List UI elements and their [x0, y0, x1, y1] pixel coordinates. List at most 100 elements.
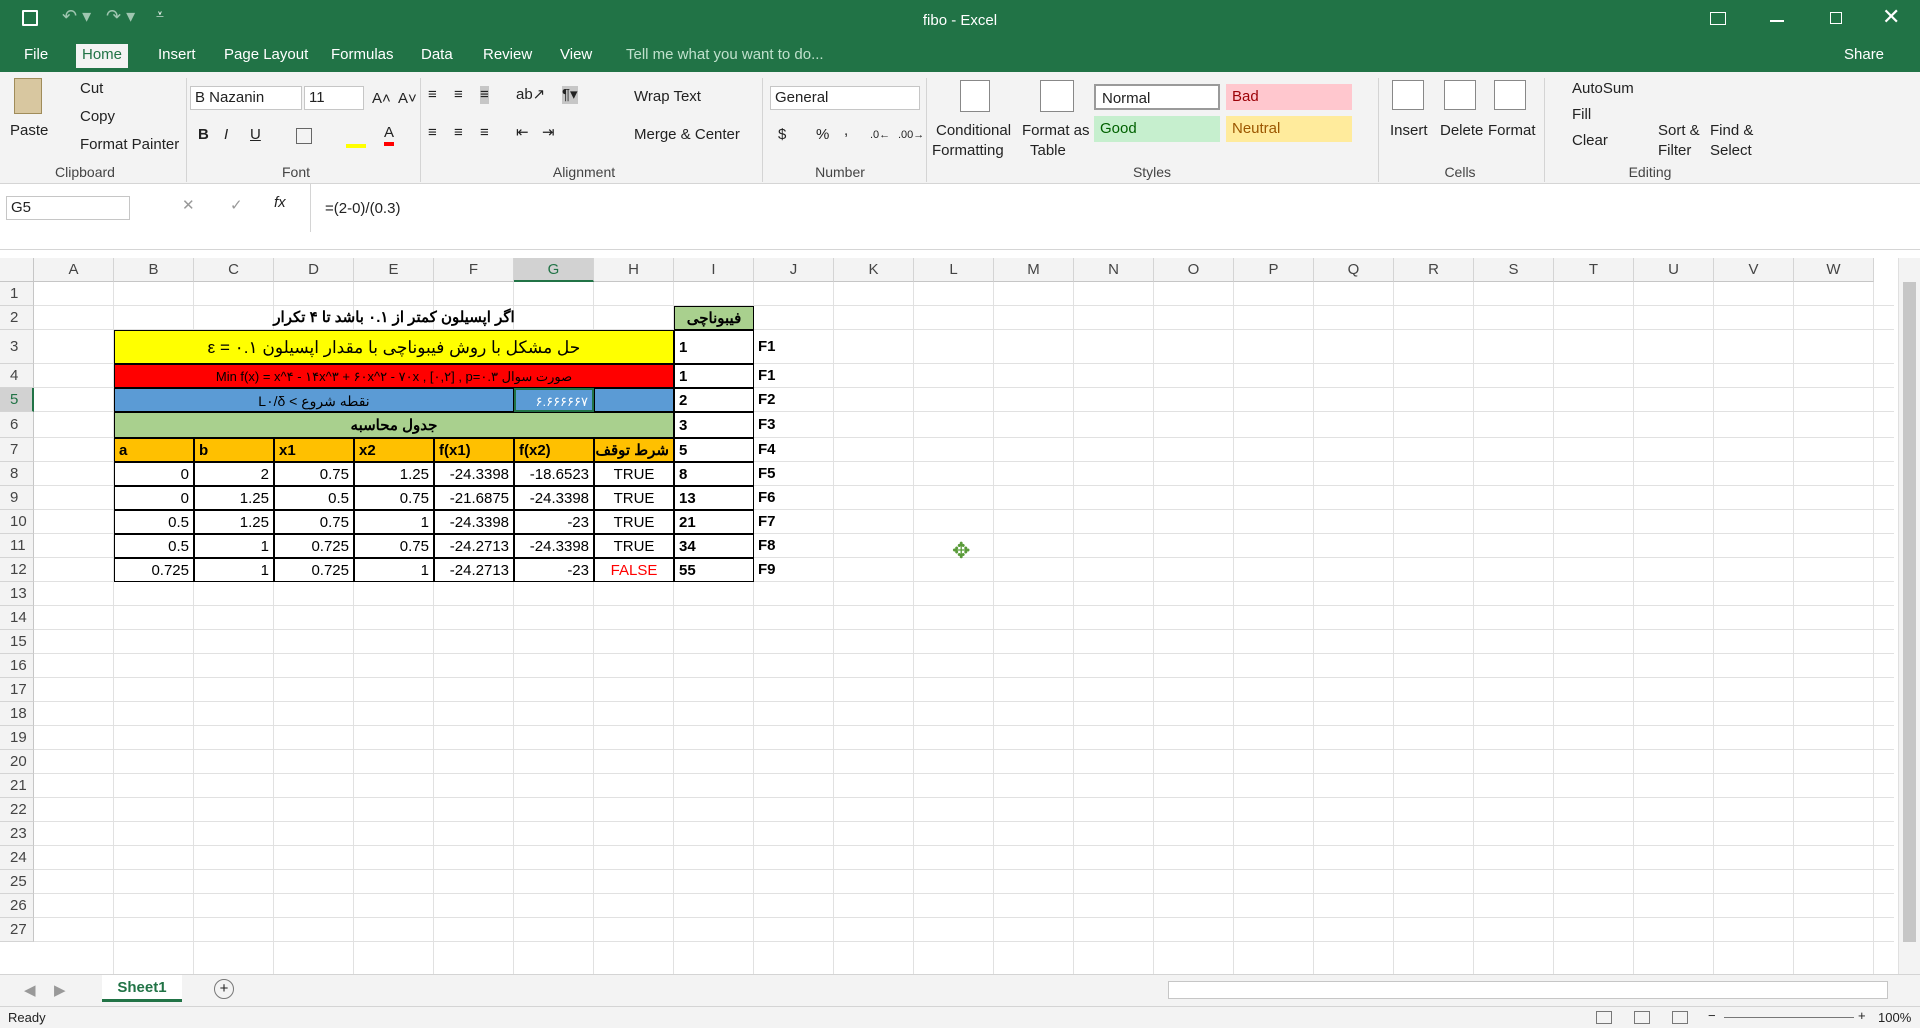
align-middle-icon[interactable]: ≡: [454, 86, 463, 104]
row-header-22[interactable]: 22: [0, 798, 34, 822]
delete-button[interactable]: Delete: [1440, 122, 1483, 140]
number-format-select[interactable]: General: [770, 86, 920, 110]
column-header-k[interactable]: K: [834, 258, 914, 282]
row-header-10[interactable]: 10: [0, 510, 34, 534]
select-all-corner[interactable]: [0, 258, 34, 282]
column-header-v[interactable]: V: [1714, 258, 1794, 282]
row-header-1[interactable]: 1: [0, 282, 34, 306]
fib-value-cell[interactable]: 2: [674, 388, 754, 412]
align-bottom-icon[interactable]: ≡: [480, 86, 489, 104]
fill-color-icon[interactable]: [346, 144, 366, 148]
row-header-15[interactable]: 15: [0, 630, 34, 654]
row-header-12[interactable]: 12: [0, 558, 34, 582]
table-cell[interactable]: -24.3398: [434, 510, 514, 534]
tab-data[interactable]: Data: [415, 44, 459, 68]
page-break-view-icon[interactable]: [1672, 1011, 1688, 1024]
clipboard-paste-icon[interactable]: [14, 78, 42, 114]
underline-button[interactable]: U: [250, 126, 261, 144]
column-header-m[interactable]: M: [994, 258, 1074, 282]
table-cell[interactable]: TRUE: [594, 534, 674, 558]
restore-icon[interactable]: [1830, 12, 1842, 24]
column-header-t[interactable]: T: [1554, 258, 1634, 282]
horizontal-scrollbar[interactable]: [1168, 981, 1888, 999]
fib-value-cell[interactable]: 1: [674, 364, 754, 388]
table-cell[interactable]: TRUE: [594, 510, 674, 534]
sheet-tab-sheet1[interactable]: Sheet1: [102, 975, 182, 1002]
table-cell[interactable]: -21.6875: [434, 486, 514, 510]
zoom-slider[interactable]: [1724, 1017, 1854, 1018]
table-cell[interactable]: -18.6523: [514, 462, 594, 486]
tab-home[interactable]: Home: [76, 44, 129, 68]
tell-me-search[interactable]: Tell me what you want to do...: [620, 44, 830, 68]
column-header-j[interactable]: J: [754, 258, 834, 282]
decrease-decimal-icon[interactable]: .00→: [898, 126, 924, 144]
column-header-u[interactable]: U: [1634, 258, 1714, 282]
rtl-icon[interactable]: ¶▾: [562, 86, 578, 104]
format-as-table-button[interactable]: Format as: [1022, 122, 1090, 140]
tab-formulas[interactable]: Formulas: [325, 44, 400, 68]
sort-filter-label2[interactable]: Filter: [1658, 142, 1691, 160]
tab-review[interactable]: Review: [477, 44, 538, 68]
zoom-out-icon[interactable]: −: [1708, 1008, 1716, 1023]
column-header-w[interactable]: W: [1794, 258, 1874, 282]
orientation-icon[interactable]: ab↗: [516, 86, 545, 104]
cancel-formula-icon[interactable]: ✕: [182, 196, 195, 214]
prev-sheet-icon[interactable]: ◀: [24, 981, 36, 999]
increase-indent-icon[interactable]: ⇥: [542, 124, 555, 142]
table-cell[interactable]: 0.75: [354, 534, 434, 558]
format-table-icon[interactable]: [1040, 80, 1074, 112]
wrap-text-button[interactable]: Wrap Text: [634, 88, 701, 106]
delete-cells-icon[interactable]: [1444, 80, 1476, 110]
row-header-23[interactable]: 23: [0, 822, 34, 846]
insert-cells-icon[interactable]: [1392, 80, 1424, 110]
column-header-p[interactable]: P: [1234, 258, 1314, 282]
close-icon[interactable]: ✕: [1882, 4, 1900, 30]
tab-view[interactable]: View: [554, 44, 598, 68]
fibonacci-header-cell[interactable]: فیبوناچی: [674, 306, 754, 330]
table-cell[interactable]: 1: [354, 510, 434, 534]
comma-button[interactable]: ,: [844, 122, 848, 140]
conditional-formatting-label2[interactable]: Formatting: [932, 142, 1004, 160]
row-header-2[interactable]: 2: [0, 306, 34, 330]
table-cell[interactable]: 0.5: [114, 510, 194, 534]
row-header-14[interactable]: 14: [0, 606, 34, 630]
decrease-indent-icon[interactable]: ⇤: [516, 124, 529, 142]
fib-label-cell[interactable]: F4: [754, 438, 834, 462]
fib-label-cell[interactable]: F2: [754, 388, 834, 412]
row-header-21[interactable]: 21: [0, 774, 34, 798]
row-header-20[interactable]: 20: [0, 750, 34, 774]
column-header-a[interactable]: A: [34, 258, 114, 282]
table-header-cell[interactable]: a: [114, 438, 194, 462]
column-header-b[interactable]: B: [114, 258, 194, 282]
calc-table-title-cell[interactable]: جدول محاسبه: [114, 412, 674, 438]
table-cell[interactable]: -23: [514, 558, 594, 582]
tab-file[interactable]: File: [18, 44, 54, 68]
fib-value-cell[interactable]: 13: [674, 486, 754, 510]
sort-filter-button[interactable]: Sort &: [1658, 122, 1700, 140]
row-header-16[interactable]: 16: [0, 654, 34, 678]
table-header-cell[interactable]: شرط توقف: [594, 438, 674, 462]
row-header-24[interactable]: 24: [0, 846, 34, 870]
fib-label-cell[interactable]: F1: [754, 364, 834, 388]
table-cell[interactable]: 1: [194, 558, 274, 582]
table-header-cell[interactable]: b: [194, 438, 274, 462]
blank-blue-cell[interactable]: [594, 388, 674, 412]
table-cell[interactable]: 0.5: [274, 486, 354, 510]
row-header-25[interactable]: 25: [0, 870, 34, 894]
fib-label-cell[interactable]: F5: [754, 462, 834, 486]
merge-center-button[interactable]: Merge & Center: [634, 126, 740, 144]
normal-view-icon[interactable]: [1596, 1011, 1612, 1024]
fib-value-cell[interactable]: 34: [674, 534, 754, 558]
fib-value-cell[interactable]: 3: [674, 412, 754, 438]
row-header-26[interactable]: 26: [0, 894, 34, 918]
table-cell[interactable]: -24.2713: [434, 534, 514, 558]
add-sheet-icon[interactable]: +: [214, 979, 234, 999]
borders-icon[interactable]: [296, 128, 312, 144]
table-cell[interactable]: -24.3398: [434, 462, 514, 486]
fib-value-cell[interactable]: 21: [674, 510, 754, 534]
currency-button[interactable]: $: [778, 126, 786, 144]
row-header-27[interactable]: 27: [0, 918, 34, 942]
column-header-r[interactable]: R: [1394, 258, 1474, 282]
zoom-level[interactable]: 100%: [1878, 1010, 1911, 1025]
table-cell[interactable]: 0.75: [354, 486, 434, 510]
